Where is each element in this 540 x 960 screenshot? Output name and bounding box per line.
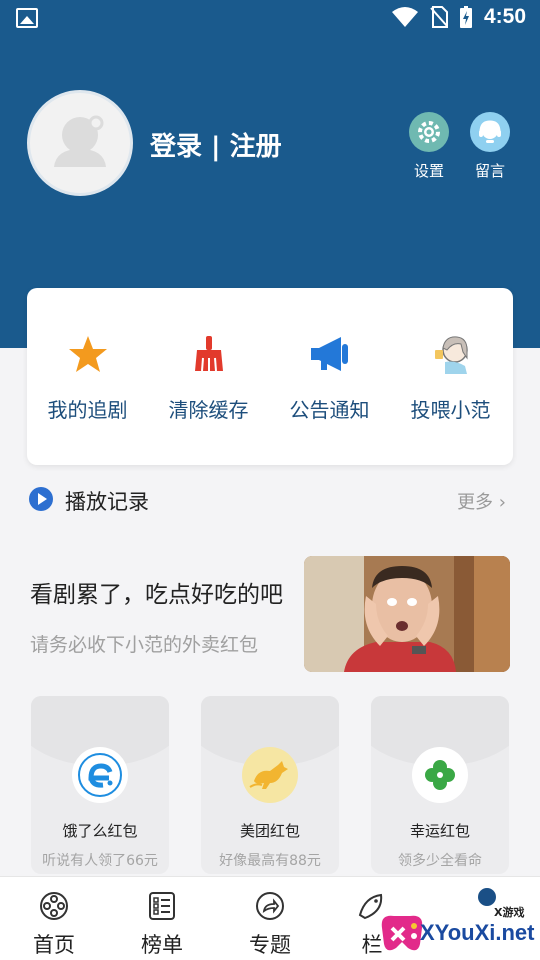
quick-action-clear-cache[interactable]: 清除缓存 (148, 332, 269, 423)
film-reel-icon (40, 892, 68, 920)
clover-icon (412, 747, 468, 803)
quick-action-my-shows[interactable]: 我的追剧 (27, 332, 148, 423)
eleme-logo-icon (72, 747, 128, 803)
promo-title: 看剧累了，吃点好吃的吧 (30, 582, 283, 608)
message-button[interactable]: 留言 (460, 112, 520, 181)
no-sim-icon (430, 6, 448, 28)
settings-label: 设置 (413, 162, 444, 180)
quick-action-label: 清除缓存 (168, 398, 249, 422)
coupon-desc: 领多少全看命 (398, 853, 482, 869)
more-link[interactable]: 更多 › (457, 488, 506, 514)
watermark: X游戏 XYouXi.net (376, 888, 540, 960)
nav-home[interactable]: 首页 (0, 891, 108, 959)
nav-label: 榜单 (141, 933, 183, 957)
list-icon (149, 892, 175, 920)
quick-action-label: 投喂小范 (410, 398, 491, 422)
kangaroo-logo-icon (242, 747, 298, 803)
message-label: 留言 (474, 162, 505, 180)
coupon-eleme[interactable]: 饿了么红包 听说有人领了66元 (31, 696, 169, 874)
star-icon (66, 332, 110, 376)
surprised-man-photo (304, 556, 510, 672)
quick-actions-card: 我的追剧 清除缓存 公告通知 投喂小范 (27, 288, 513, 465)
coupon-meituan[interactable]: 美团红包 好像最高有88元 (201, 696, 339, 874)
battery-charging-icon (459, 6, 472, 28)
nav-label: 首页 (33, 933, 75, 957)
broom-icon (187, 332, 231, 376)
settings-button[interactable]: 设置 (399, 112, 459, 181)
quick-action-announcements[interactable]: 公告通知 (269, 332, 390, 423)
gear-icon (409, 112, 449, 152)
quick-action-label: 公告通知 (289, 398, 370, 422)
nav-label: 专题 (249, 933, 291, 957)
wifi-icon (391, 7, 418, 27)
coupon-desc: 好像最高有88元 (219, 853, 321, 869)
nav-ranking[interactable]: 榜单 (108, 891, 216, 959)
coupon-name: 饿了么红包 (62, 822, 138, 840)
coupon-desc: 听说有人领了66元 (42, 853, 158, 869)
coupon-name: 幸运红包 (409, 822, 470, 840)
girl-drinking-icon (429, 332, 473, 376)
promo-subtitle: 请务必收下小范的外卖红包 (30, 634, 259, 656)
play-history-header: 播放记录 更多 › (28, 484, 512, 514)
quick-action-feed[interactable]: 投喂小范 (390, 332, 511, 423)
megaphone-icon (308, 332, 352, 376)
play-circle-icon (29, 487, 53, 511)
user-avatar-icon (54, 115, 106, 167)
coupon-name: 美团红包 (239, 822, 300, 840)
section-title: 播放记录 (65, 490, 149, 514)
chevron-right-icon: › (498, 492, 506, 513)
watermark-small: X游戏 (494, 906, 525, 919)
more-label: 更多 (457, 492, 494, 513)
avatar[interactable] (27, 90, 133, 196)
status-bar: 4:50 (0, 0, 540, 36)
headset-icon (470, 112, 510, 152)
quick-action-label: 我的追剧 (47, 398, 128, 422)
share-arrow-icon (256, 892, 284, 920)
watermark-brand: XYouXi.net (420, 920, 535, 945)
promo-image[interactable] (304, 556, 510, 672)
login-register-link[interactable]: 登录 | 注册 (150, 126, 282, 163)
nav-topics[interactable]: 专题 (216, 891, 324, 959)
image-icon (16, 8, 38, 28)
clock: 4:50 (483, 5, 526, 28)
coupon-lucky[interactable]: 幸运红包 领多少全看命 (371, 696, 509, 874)
